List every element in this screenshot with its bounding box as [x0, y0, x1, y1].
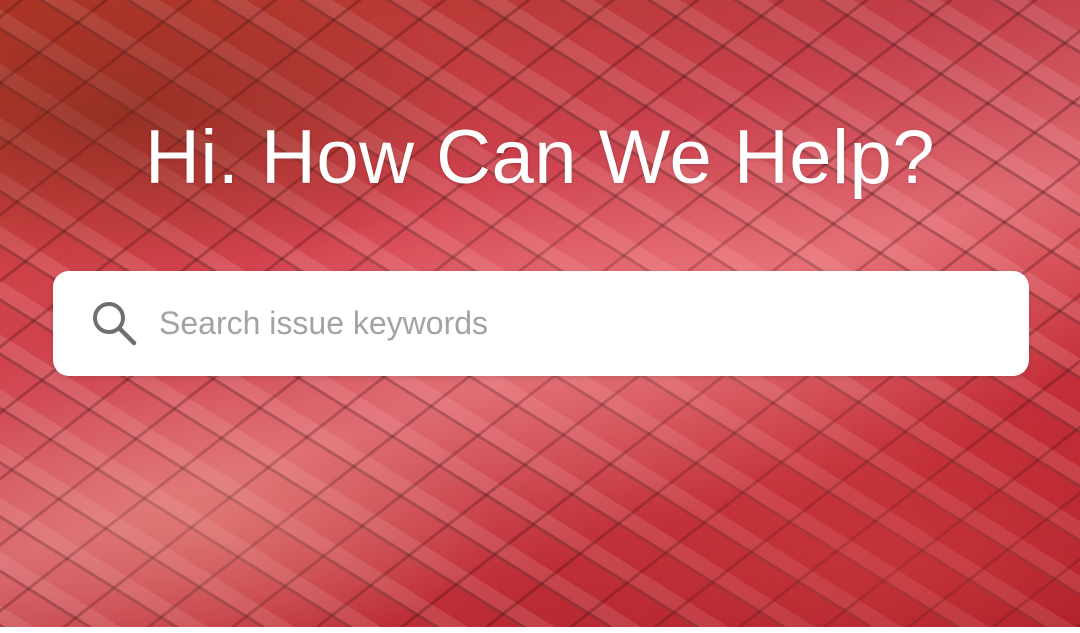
- search-bar[interactable]: [53, 271, 1029, 376]
- page-headline: Hi. How Can We Help?: [144, 115, 935, 200]
- hero-banner: Hi. How Can We Help?: [0, 0, 1080, 627]
- search-input[interactable]: [159, 293, 1029, 354]
- search-icon[interactable]: [89, 298, 141, 350]
